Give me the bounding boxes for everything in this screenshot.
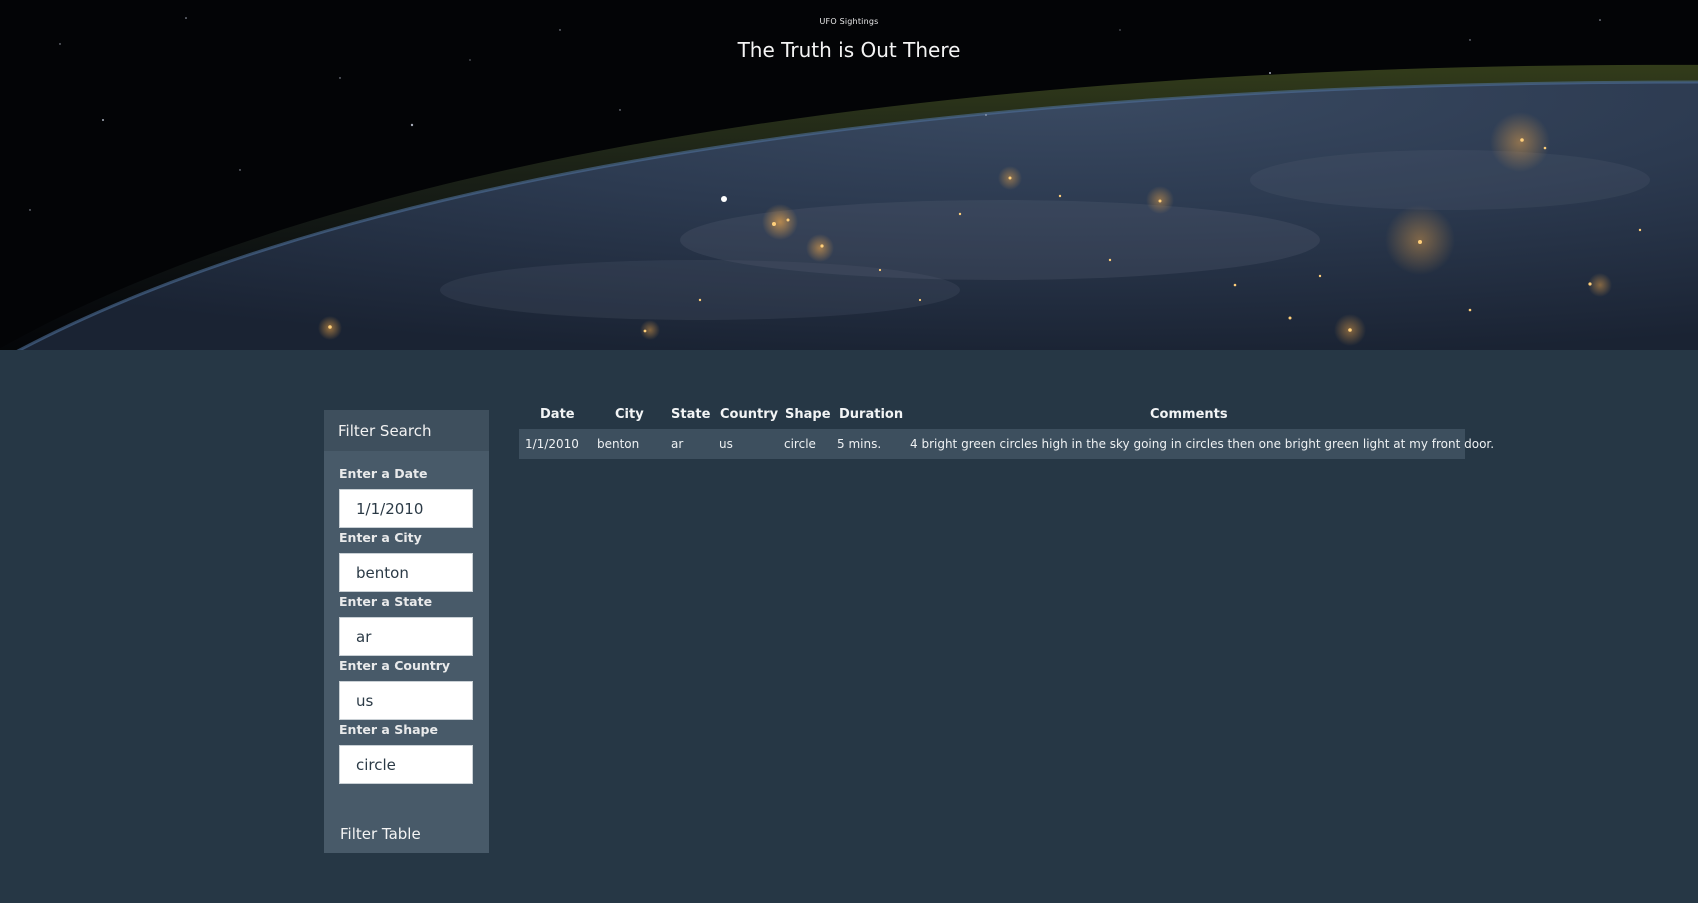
column-header-comments: Comments bbox=[1150, 407, 1228, 422]
column-header-state: State bbox=[671, 407, 711, 422]
cell-duration: 5 mins. bbox=[837, 437, 882, 451]
ufo-table: Date City State Country Shape Duration C… bbox=[519, 403, 1494, 459]
cell-date: 1/1/2010 bbox=[525, 437, 579, 451]
city-field: Enter a City benton bbox=[339, 530, 474, 592]
site-brand[interactable]: UFO Sightings bbox=[0, 17, 1698, 26]
column-header-duration: Duration bbox=[839, 407, 904, 422]
state-label: Enter a State bbox=[339, 594, 433, 609]
column-header-date: Date bbox=[540, 407, 575, 422]
shape-label: Enter a Shape bbox=[339, 722, 438, 737]
cell-comments: 4 bright green circles high in the sky g… bbox=[910, 437, 1495, 451]
city-label: Enter a City bbox=[339, 530, 422, 545]
city-input[interactable]: benton bbox=[339, 553, 473, 592]
column-header-country: Country bbox=[720, 407, 779, 422]
date-field: Enter a Date 1/1/2010 bbox=[339, 466, 474, 528]
date-label: Enter a Date bbox=[339, 466, 428, 481]
cell-shape: circle bbox=[784, 437, 816, 451]
hero-banner: UFO Sightings The Truth is Out There bbox=[0, 0, 1698, 350]
table-header-row: Date City State Country Shape Duration C… bbox=[519, 403, 1465, 429]
page-title: The Truth is Out There bbox=[737, 38, 961, 62]
date-input[interactable]: 1/1/2010 bbox=[339, 489, 473, 528]
filter-panel: Filter Search Enter a Date 1/1/2010 Ente… bbox=[324, 410, 489, 853]
column-header-city: City bbox=[615, 407, 644, 422]
state-field: Enter a State ar bbox=[339, 594, 474, 656]
shape-field: Enter a Shape circle bbox=[339, 722, 474, 784]
filter-table-button[interactable]: Filter Table bbox=[340, 825, 421, 843]
shape-input[interactable]: circle bbox=[339, 745, 473, 784]
country-label: Enter a Country bbox=[339, 658, 451, 673]
filter-panel-title: Filter Search bbox=[324, 410, 489, 451]
cell-state: ar bbox=[671, 437, 684, 451]
table-row: 1/1/2010 benton ar us circle 5 mins. 4 b… bbox=[519, 429, 1494, 459]
country-input[interactable]: us bbox=[339, 681, 473, 720]
cell-city: benton bbox=[597, 437, 640, 451]
country-field: Enter a Country us bbox=[339, 658, 474, 720]
cell-country: us bbox=[719, 437, 733, 451]
column-header-shape: Shape bbox=[785, 407, 831, 422]
state-input[interactable]: ar bbox=[339, 617, 473, 656]
